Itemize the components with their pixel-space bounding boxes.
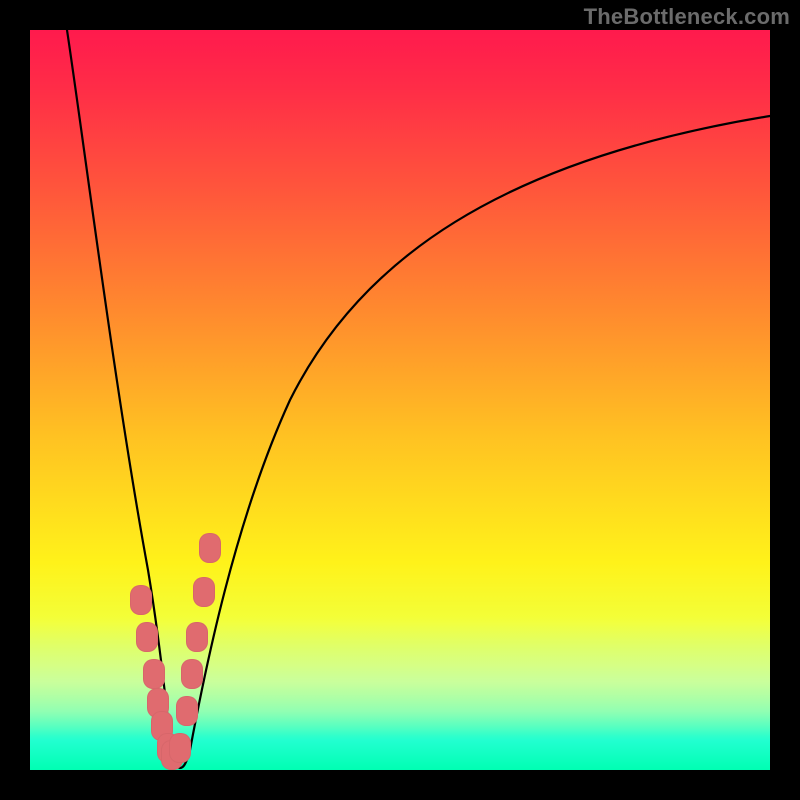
plot-area	[30, 30, 770, 770]
curve-marker	[193, 577, 215, 607]
watermark-text: TheBottleneck.com	[584, 4, 790, 30]
curve-marker	[186, 622, 208, 652]
curve-marker	[176, 696, 198, 726]
curve-marker	[199, 533, 221, 563]
outer-frame: TheBottleneck.com	[0, 0, 800, 800]
curve-marker	[130, 585, 152, 615]
curve-layer	[30, 30, 770, 770]
curve-marker	[169, 733, 191, 763]
curve-marker	[136, 622, 158, 652]
bottleneck-curve-right	[190, 116, 770, 750]
curve-marker	[181, 659, 203, 689]
curve-marker	[143, 659, 165, 689]
